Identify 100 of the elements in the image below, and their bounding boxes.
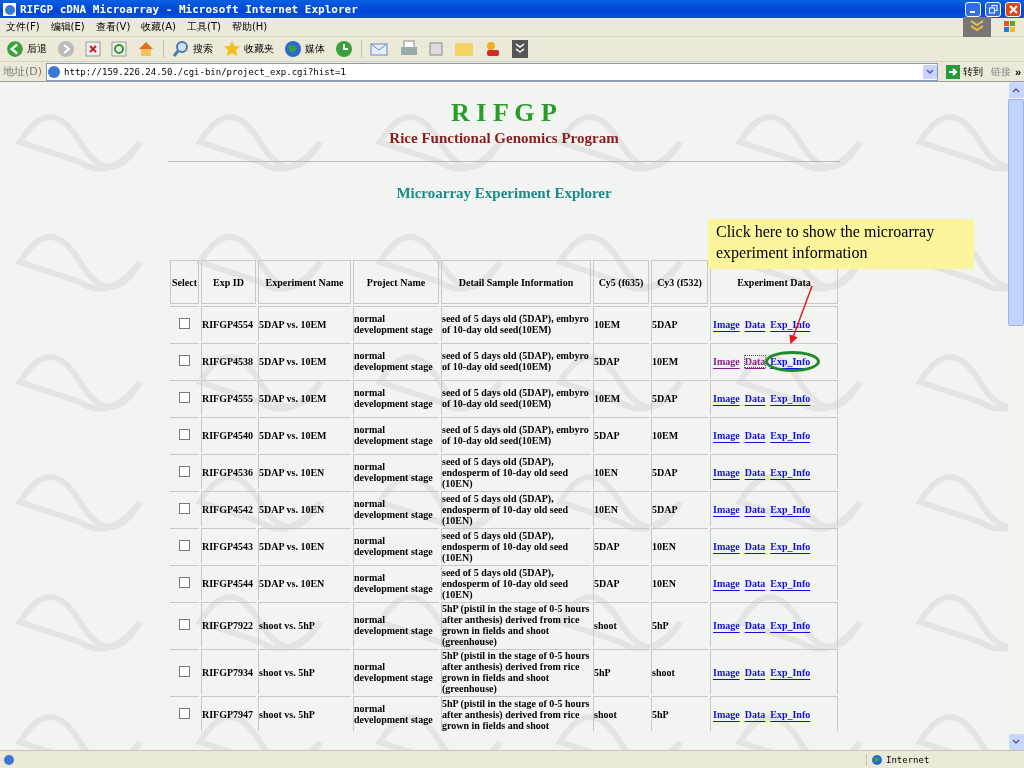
data-link[interactable]: Exp_Info <box>770 619 811 631</box>
row-checkbox[interactable] <box>179 618 190 630</box>
extra-button[interactable] <box>510 38 530 60</box>
table-cell: RIFGP7922 <box>201 602 256 647</box>
data-link[interactable]: Data <box>744 540 766 552</box>
menu-item[interactable]: 编辑(E) <box>50 20 85 34</box>
row-checkbox[interactable] <box>179 665 190 677</box>
row-checkbox[interactable] <box>179 428 190 440</box>
menu-item[interactable]: 收藏(A) <box>141 20 176 34</box>
favorites-button[interactable]: 收藏夹 <box>221 38 276 60</box>
menu-item[interactable]: 工具(T) <box>187 20 221 34</box>
table-cell: 5DAP vs. 10EN <box>258 565 351 600</box>
scroll-thumb[interactable] <box>1008 99 1024 326</box>
globe-icon <box>871 753 883 766</box>
more-button[interactable]: » <box>1014 65 1021 78</box>
data-link[interactable]: Image <box>713 619 740 631</box>
back-button[interactable]: 后退 <box>4 38 49 60</box>
dropdown-icon[interactable] <box>922 64 937 79</box>
data-link[interactable]: Image <box>713 666 740 678</box>
table-cell: 5DAP vs. 10EN <box>258 491 351 526</box>
row-checkbox[interactable] <box>179 539 190 551</box>
table-cell: shoot <box>593 696 649 731</box>
table-cell: seed of 5 days old (5DAP), embyro of 10-day old seed(10EM) <box>441 380 591 415</box>
scroll-up-button[interactable] <box>1008 82 1024 98</box>
data-link[interactable]: Image <box>713 540 740 552</box>
data-link[interactable]: Data <box>744 429 766 441</box>
row-checkbox[interactable] <box>179 707 190 719</box>
data-link[interactable]: Exp_Info <box>770 708 811 720</box>
chevron-icon[interactable] <box>963 17 991 37</box>
data-link[interactable]: Data <box>744 666 766 678</box>
table-cell: 5hP <box>593 649 649 694</box>
row-checkbox[interactable] <box>179 354 190 366</box>
document-icon <box>428 41 444 57</box>
data-link[interactable]: Data <box>744 392 766 404</box>
table-cell: 10EN <box>651 565 708 600</box>
zone-label: Internet <box>886 754 930 765</box>
table-cell: RIFGP4536 <box>201 454 256 489</box>
row-checkbox[interactable] <box>179 465 190 477</box>
refresh-button[interactable] <box>109 38 129 60</box>
data-link[interactable]: Exp_Info <box>770 355 811 367</box>
table-cell: 5hP (pistil in the stage of 0-5 hours after anthesis) derived from rice grown in fields and shoot <box>441 696 591 731</box>
data-link[interactable]: Data <box>744 466 766 478</box>
go-button[interactable]: 转到 <box>941 62 987 81</box>
table-cell: shoot vs. 5hP <box>258 602 351 647</box>
data-link[interactable]: Exp_Info <box>770 429 811 441</box>
menu-item[interactable]: 文件(F) <box>6 20 40 34</box>
row-checkbox[interactable] <box>179 317 190 329</box>
table-cell: RIFGP7947 <box>201 696 256 731</box>
menu-item[interactable]: 帮助(H) <box>231 20 268 34</box>
data-link[interactable]: Image <box>713 466 740 478</box>
data-link[interactable]: Exp_Info <box>770 466 811 478</box>
data-link[interactable]: Image <box>713 392 740 404</box>
data-link[interactable]: Exp_Info <box>770 540 811 552</box>
row-checkbox[interactable] <box>179 502 190 514</box>
table-cell: seed of 5 days old (5DAP), endosperm of 10-day old seed (10EN) <box>441 528 591 563</box>
data-link[interactable]: Data <box>744 577 766 589</box>
table-cell: 10EN <box>593 454 649 489</box>
data-link[interactable]: Exp_Info <box>770 503 811 515</box>
data-link[interactable]: Image <box>713 503 740 515</box>
data-link[interactable]: Data <box>744 318 766 330</box>
links-label: 链接 <box>990 64 1011 79</box>
table-cell: 10EM <box>593 380 649 415</box>
data-link[interactable]: Data <box>744 503 766 515</box>
history-button[interactable] <box>333 38 355 60</box>
site-logo: R I F G P <box>451 98 557 128</box>
data-link[interactable]: Image <box>713 429 740 441</box>
data-link[interactable]: Image <box>713 318 740 330</box>
row-checkbox[interactable] <box>179 576 190 588</box>
data-link[interactable]: Data <box>744 355 766 367</box>
data-link[interactable]: Image <box>713 355 740 367</box>
data-link[interactable]: Exp_Info <box>770 577 811 589</box>
table-cell: 5DAP <box>593 565 649 600</box>
table-cell: 5DAP vs. 10EN <box>258 454 351 489</box>
table-cell: 5DAP vs. 10EM <box>258 306 351 341</box>
close-button[interactable] <box>1005 1 1021 17</box>
data-link[interactable]: Image <box>713 708 740 720</box>
search-button[interactable]: 搜索 <box>170 38 215 60</box>
table-cell: 10EM <box>651 343 708 378</box>
data-link[interactable]: Exp_Info <box>770 666 811 678</box>
data-link[interactable]: Data <box>744 619 766 631</box>
data-link[interactable]: Image <box>713 577 740 589</box>
menu-item[interactable]: 查看(V) <box>95 20 131 34</box>
minimize-button[interactable] <box>965 1 981 17</box>
go-arrow-icon <box>945 64 960 79</box>
row-checkbox[interactable] <box>179 391 190 403</box>
table-cell: 5hP (pistil in the stage of 0-5 hours after anthesis) derived from rice grown in fields and shoot (greenhouse) <box>441 649 591 694</box>
scroll-down-button[interactable] <box>1008 734 1024 750</box>
media-button[interactable]: 媒体 <box>282 38 327 60</box>
address-field[interactable]: http://159.226.24.50./cgi-bin/project_exp.cgi?hist=1 <box>46 62 938 81</box>
stop-button[interactable] <box>83 38 103 60</box>
table-cell: RIFGP4543 <box>201 528 256 563</box>
table-cell: normal development stage <box>353 454 439 489</box>
table-cell: RIFGP4542 <box>201 491 256 526</box>
table-cell: normal development stage <box>353 417 439 452</box>
close-icon <box>1008 4 1018 14</box>
restore-button[interactable] <box>985 1 1001 17</box>
table-cell: RIFGP4538 <box>201 343 256 378</box>
table-cell: shoot vs. 5hP <box>258 649 351 694</box>
data-link[interactable]: Exp_Info <box>770 392 811 404</box>
data-link[interactable]: Data <box>744 708 766 720</box>
